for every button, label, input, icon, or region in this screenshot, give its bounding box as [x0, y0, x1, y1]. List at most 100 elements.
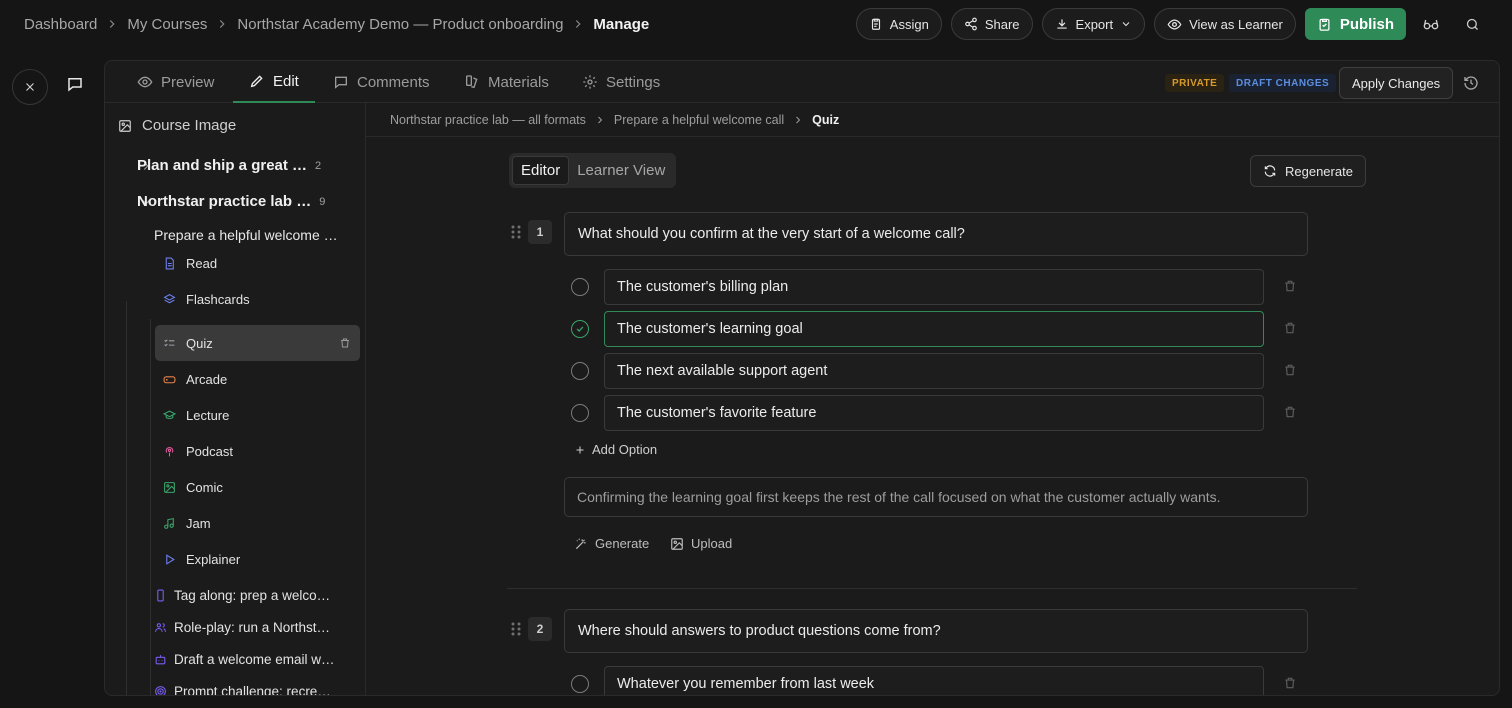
- sidebar-item-jam[interactable]: Jam: [155, 505, 360, 541]
- search-icon[interactable]: [1456, 8, 1488, 40]
- generate-label: Generate: [595, 536, 650, 551]
- explanation-input[interactable]: Confirming the learning goal first keeps…: [564, 477, 1308, 517]
- export-button[interactable]: Export: [1041, 8, 1146, 40]
- apply-changes-button[interactable]: Apply Changes: [1339, 67, 1454, 99]
- option-radio[interactable]: [571, 362, 589, 380]
- trash-icon[interactable]: [1283, 676, 1297, 690]
- editor-toggle[interactable]: Editor: [512, 156, 570, 185]
- module-label: Northstar practice lab …: [137, 193, 312, 210]
- sidebar-item-label: Arcade: [186, 371, 228, 387]
- trash-icon[interactable]: [1283, 363, 1297, 377]
- drag-handle-icon[interactable]: [509, 621, 523, 637]
- trash-icon[interactable]: [1283, 321, 1297, 335]
- option-input[interactable]: The customer's billing plan: [604, 269, 1264, 305]
- sidebar-item-arcade[interactable]: Arcade: [155, 361, 360, 397]
- list-check-icon: [163, 337, 176, 350]
- breadcrumb-dashboard[interactable]: Dashboard: [24, 16, 97, 33]
- trash-icon[interactable]: [1283, 279, 1297, 293]
- breadcrumb-course[interactable]: Northstar Academy Demo — Product onboard…: [237, 16, 563, 33]
- sidebar-item-label: Role-play: run a Northst…: [174, 620, 331, 635]
- option-input[interactable]: Whatever you remember from last week: [604, 666, 1264, 695]
- tab-label: Materials: [488, 73, 549, 91]
- assign-button[interactable]: Assign: [855, 8, 942, 40]
- check-icon: [575, 324, 585, 334]
- glasses-icon[interactable]: [1415, 8, 1447, 40]
- add-option-button[interactable]: Add Option: [574, 442, 657, 457]
- drag-handle-icon[interactable]: [509, 224, 523, 240]
- view-toggle: Editor Learner View: [509, 153, 677, 188]
- chevron-right-icon: [571, 17, 585, 31]
- plus-icon: [574, 444, 586, 456]
- sidebar-item-explainer[interactable]: Explainer: [155, 541, 360, 577]
- generate-button[interactable]: Generate: [574, 536, 649, 551]
- content-breadcrumb-lesson[interactable]: Prepare a helpful welcome call: [614, 113, 784, 127]
- course-image-item[interactable]: Course Image: [118, 117, 236, 134]
- content-breadcrumb-module[interactable]: Northstar practice lab — all formats: [390, 113, 586, 127]
- tab-materials[interactable]: Materials: [448, 61, 565, 103]
- publish-label: Publish: [1339, 15, 1394, 33]
- music-icon: [163, 517, 176, 530]
- regenerate-button[interactable]: Regenerate: [1250, 155, 1366, 187]
- share-label: Share: [984, 16, 1020, 32]
- refresh-icon: [1263, 164, 1277, 178]
- sidebar-item-draft-email[interactable]: Draft a welcome email w…: [154, 652, 335, 667]
- breadcrumb-my-courses[interactable]: My Courses: [127, 16, 207, 33]
- option-input[interactable]: The customer's learning goal: [604, 311, 1264, 347]
- breadcrumb-current: Manage: [593, 15, 650, 33]
- lesson-item[interactable]: Prepare a helpful welcome …: [154, 227, 338, 243]
- close-button[interactable]: [12, 69, 48, 105]
- view-as-learner-button[interactable]: View as Learner: [1154, 8, 1296, 40]
- users-icon: [154, 621, 167, 634]
- option-input[interactable]: The customer's favorite feature: [604, 395, 1264, 431]
- trash-icon[interactable]: [1283, 405, 1297, 419]
- clipboard-check-icon: [1317, 17, 1332, 32]
- question-input[interactable]: What should you confirm at the very star…: [564, 212, 1308, 256]
- module-item[interactable]: Plan and ship a great … 2: [137, 157, 321, 174]
- tab-comments[interactable]: Comments: [317, 61, 446, 103]
- sidebar-item-label: Draft a welcome email w…: [174, 652, 335, 667]
- sidebar-item-label: Explainer: [186, 551, 241, 567]
- tree-guide: [150, 319, 151, 695]
- add-option-label: Add Option: [592, 442, 658, 457]
- sidebar-item-role-play[interactable]: Role-play: run a Northst…: [154, 620, 330, 635]
- option-radio-correct[interactable]: [571, 320, 589, 338]
- option-radio[interactable]: [571, 278, 589, 296]
- course-outline-sidebar: Course Image Plan and ship a great … 2 N…: [105, 103, 366, 696]
- tab-preview[interactable]: Preview: [121, 61, 230, 103]
- history-icon[interactable]: [1459, 71, 1483, 95]
- chevron-down-icon: [1120, 18, 1132, 30]
- publish-button[interactable]: Publish: [1304, 8, 1406, 40]
- tab-settings[interactable]: Settings: [566, 61, 676, 103]
- chevron-right-icon: [215, 17, 229, 31]
- tree-guide: [126, 301, 127, 695]
- sidebar-item-quiz[interactable]: Quiz: [155, 325, 360, 361]
- tab-edit[interactable]: Edit: [233, 61, 315, 103]
- module-item[interactable]: Northstar practice lab … 9: [137, 193, 325, 210]
- sidebar-item-lecture[interactable]: Lecture: [155, 397, 360, 433]
- sidebar-item-tag-along[interactable]: Tag along: prep a welco…: [154, 588, 330, 603]
- editor-panel: Preview Edit Comments Materials Settings…: [104, 60, 1500, 696]
- sidebar-item-prompt-challenge[interactable]: Prompt challenge: recre…: [154, 684, 331, 696]
- sidebar-item-flashcards[interactable]: Flashcards: [155, 281, 360, 317]
- share-button[interactable]: Share: [950, 8, 1033, 40]
- option-radio[interactable]: [571, 675, 589, 693]
- breadcrumb: Dashboard My Courses Northstar Academy D…: [24, 16, 649, 33]
- document-icon: [163, 257, 176, 270]
- private-badge: PRIVATE: [1165, 74, 1225, 92]
- chat-icon[interactable]: [57, 66, 93, 102]
- sidebar-item-read[interactable]: Read: [155, 245, 360, 281]
- option-input[interactable]: The next available support agent: [604, 353, 1264, 389]
- eye-icon: [1167, 17, 1182, 32]
- top-bar: Dashboard My Courses Northstar Academy D…: [0, 0, 1512, 48]
- sidebar-item-podcast[interactable]: Podcast: [155, 433, 360, 469]
- upload-button[interactable]: Upload: [670, 536, 732, 551]
- question-input[interactable]: Where should answers to product question…: [564, 609, 1308, 653]
- sidebar-item-label: Prompt challenge: recre…: [174, 684, 331, 696]
- trash-icon[interactable]: [339, 337, 351, 349]
- graduation-cap-icon: [163, 409, 176, 422]
- tab-label: Comments: [357, 73, 430, 91]
- learner-view-toggle[interactable]: Learner View: [569, 156, 673, 185]
- sidebar-item-comic[interactable]: Comic: [155, 469, 360, 505]
- option-radio[interactable]: [571, 404, 589, 422]
- image-upload-icon: [670, 537, 684, 551]
